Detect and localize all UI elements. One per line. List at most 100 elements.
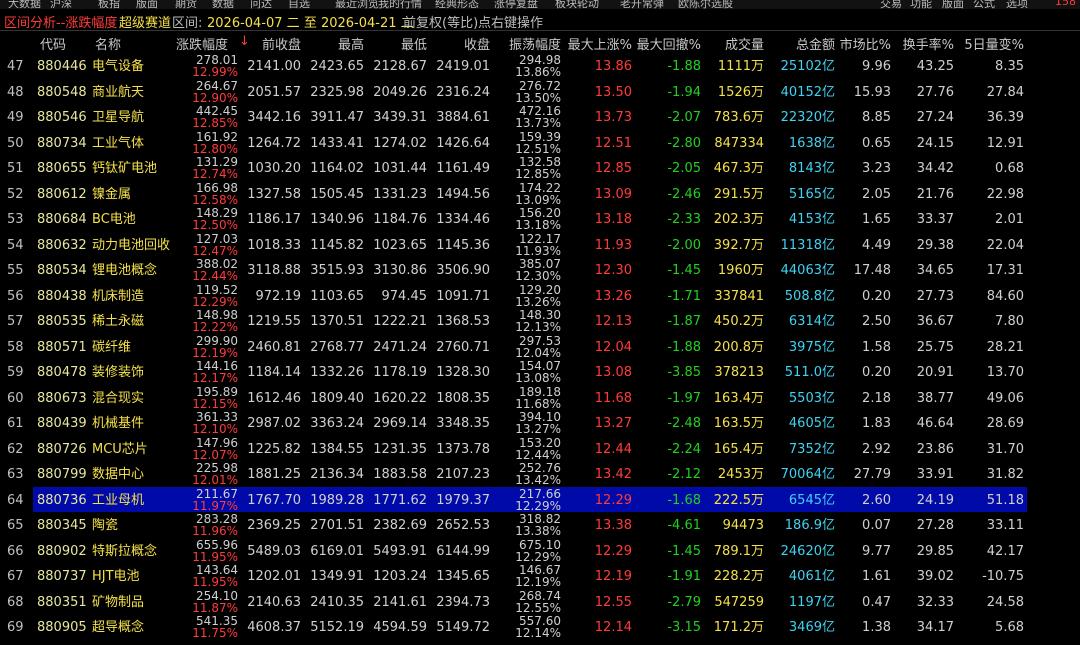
cell-name[interactable]: BC电池 <box>92 213 136 226</box>
menu-item-8[interactable]: 最近浏览 <box>335 0 379 9</box>
cell-code[interactable]: 880548 <box>37 86 87 99</box>
cell-code[interactable]: 880655 <box>37 162 87 175</box>
cell-code[interactable]: 880446 <box>37 60 87 73</box>
column-header-13[interactable]: 换手率% <box>903 34 954 53</box>
column-header-10[interactable]: 成交量 <box>725 34 764 53</box>
column-header-1[interactable]: 名称 <box>95 34 121 53</box>
menu-item-9[interactable]: 我的行情 <box>378 0 422 9</box>
cell-name[interactable]: 装修装饰 <box>92 366 144 379</box>
sort-desc-icon[interactable]: ↓ <box>239 34 250 49</box>
column-header-7[interactable]: 振荡幅度 <box>509 34 561 53</box>
menu-item-4[interactable]: 期货 <box>175 0 197 9</box>
cell-name[interactable]: 电气设备 <box>92 60 144 73</box>
menu-item-12[interactable]: 板块轮动 <box>555 0 599 9</box>
table-row[interactable]: 61 880439 机械基件 361.33 12.10% 2987.02 3363.24 29… <box>0 410 1080 436</box>
table-row[interactable]: 47 880446 电气设备 278.01 12.99% 2141.00 2423.65 21… <box>0 53 1080 79</box>
cell-code[interactable]: 880478 <box>37 366 87 379</box>
cell-code[interactable]: 880726 <box>37 443 87 456</box>
cell-name[interactable]: 矿物制品 <box>92 596 144 609</box>
cell-code[interactable]: 880737 <box>37 570 87 583</box>
menu-item-0[interactable]: 大数据 <box>8 0 41 9</box>
menu-right-item-0[interactable]: 交易 <box>880 0 902 9</box>
cell-code[interactable]: 880571 <box>37 341 87 354</box>
cell-name[interactable]: 钙钛矿电池 <box>92 162 157 175</box>
cell-code[interactable]: 880673 <box>37 392 87 405</box>
cell-name[interactable]: 动力电池回收 <box>92 239 170 252</box>
table-row[interactable]: 55 880534 锂电池概念 388.02 12.44% 3118.88 3515.93 3… <box>0 257 1080 283</box>
cell-name[interactable]: 稀土永磁 <box>92 315 144 328</box>
column-header-11[interactable]: 总金额 <box>796 34 835 53</box>
cell-code[interactable]: 880534 <box>37 264 87 277</box>
table-row[interactable]: 65 880345 陶瓷 283.28 11.96% 2369.25 2701.51 2382… <box>0 512 1080 538</box>
menu-item-14[interactable]: 欧陈尔选股 <box>678 0 733 9</box>
table-row[interactable]: 58 880571 碳纤维 299.90 12.19% 2460.81 2768.77 247… <box>0 334 1080 360</box>
menu-item-6[interactable]: 问达 <box>250 0 272 9</box>
column-header-2[interactable]: 涨跌幅度 <box>176 34 228 53</box>
cell-name[interactable]: 机床制造 <box>92 290 144 303</box>
table-row[interactable]: 56 880438 机床制造 119.52 12.29% 972.19 1103.65 974… <box>0 283 1080 309</box>
table-row[interactable]: 50 880734 工业气体 161.92 12.80% 1264.72 1433.41 12… <box>0 130 1080 156</box>
column-header-8[interactable]: 最大上涨% <box>568 34 632 53</box>
menu-right-item-1[interactable]: 功能 <box>910 0 932 9</box>
table-row[interactable]: 52 880612 镍金属 166.98 12.58% 1327.58 1505.45 133… <box>0 181 1080 207</box>
cell-code[interactable]: 880632 <box>37 239 87 252</box>
menu-right-item-2[interactable]: 版面 <box>942 0 964 9</box>
table-row[interactable]: 59 880478 装修装饰 144.16 12.17% 1184.14 1332.26 11… <box>0 359 1080 385</box>
column-header-6[interactable]: 收盘 <box>464 34 490 53</box>
channel-label[interactable]: 超级赛道 <box>119 12 171 31</box>
column-header-3[interactable]: 前收盘 <box>262 34 301 53</box>
menu-item-13[interactable]: 老开常弹 <box>620 0 664 9</box>
cell-name[interactable]: MCU芯片 <box>92 443 148 456</box>
table-row[interactable]: 69 880905 超导概念 541.35 11.75% 4608.37 5152.19 45… <box>0 614 1080 640</box>
table-row[interactable]: 66 880902 特斯拉概念 655.96 11.95% 5489.03 6169.01 5… <box>0 538 1080 564</box>
cell-name[interactable]: 锂电池概念 <box>92 264 157 277</box>
table-row[interactable]: 53 880684 BC电池 148.29 12.50% 1186.17 1340.96 11… <box>0 206 1080 232</box>
table-row[interactable]: 64 880736 工业母机 211.67 11.97% 1767.70 1989.28 17… <box>0 486 1080 513</box>
table-row[interactable]: 51 880655 钙钛矿电池 131.29 12.74% 1030.20 1164.02 1… <box>0 155 1080 181</box>
cell-name[interactable]: 超导概念 <box>92 621 144 634</box>
table-row[interactable]: 62 880726 MCU芯片 147.96 12.07% 1225.82 1384.55 1… <box>0 436 1080 462</box>
adjust-mode[interactable]: 前复权(等比) <box>403 12 478 31</box>
cell-name[interactable]: 工业气体 <box>92 137 144 150</box>
cell-name[interactable]: 混合现实 <box>92 392 144 405</box>
column-header-9[interactable]: 最大回撤% <box>637 34 701 53</box>
table-row[interactable]: 63 880799 数据中心 225.98 12.01% 1881.25 2136.34 18… <box>0 461 1080 487</box>
menu-item-2[interactable]: 板指 <box>98 0 120 9</box>
table-row[interactable]: 68 880351 矿物制品 254.10 11.87% 2140.63 2410.35 21… <box>0 589 1080 615</box>
cell-code[interactable]: 880438 <box>37 290 87 303</box>
cell-name[interactable]: 机械基件 <box>92 417 144 430</box>
cell-name[interactable]: 碳纤维 <box>92 341 131 354</box>
cell-code[interactable]: 880736 <box>37 494 87 507</box>
menu-item-5[interactable]: 数据 <box>212 0 234 9</box>
cell-name[interactable]: HJT电池 <box>92 570 140 583</box>
table-row[interactable]: 60 880673 混合现实 195.89 12.15% 1612.46 1809.40 16… <box>0 385 1080 411</box>
table-row[interactable]: 67 880737 HJT电池 143.64 11.95% 1202.01 1349.91 1… <box>0 563 1080 589</box>
cell-code[interactable]: 880345 <box>37 519 87 532</box>
cell-code[interactable]: 880684 <box>37 213 87 226</box>
cell-name[interactable]: 工业母机 <box>92 494 144 507</box>
table-row[interactable]: 48 880548 商业航天 264.67 12.90% 2051.57 2325.98 20… <box>0 79 1080 105</box>
cell-name[interactable]: 特斯拉概念 <box>92 545 157 558</box>
menu-item-11[interactable]: 涨停复盘 <box>494 0 538 9</box>
cell-code[interactable]: 880905 <box>37 621 87 634</box>
column-header-14[interactable]: 5日量变% <box>964 34 1024 53</box>
range-value[interactable]: 2026-04-07 二 至 2026-04-21 二 <box>207 12 414 31</box>
cell-code[interactable]: 880546 <box>37 111 87 124</box>
column-header-0[interactable]: 代码 <box>40 34 66 53</box>
cell-code[interactable]: 880734 <box>37 137 87 150</box>
column-header-5[interactable]: 最低 <box>401 34 427 53</box>
menu-right-item-4[interactable]: 选项 <box>1006 0 1028 9</box>
cell-name[interactable]: 数据中心 <box>92 468 144 481</box>
menu-item-7[interactable]: 自选 <box>288 0 310 9</box>
cell-name[interactable]: 镍金属 <box>92 188 131 201</box>
table-row[interactable]: 57 880535 稀土永磁 148.98 12.22% 1219.55 1370.51 12… <box>0 308 1080 334</box>
column-header-4[interactable]: 最高 <box>338 34 364 53</box>
menu-right-item-3[interactable]: 公式 <box>973 0 995 9</box>
table-row[interactable]: 49 880546 卫星导航 442.45 12.85% 3442.16 3911.47 34… <box>0 104 1080 130</box>
cell-code[interactable]: 880612 <box>37 188 87 201</box>
cell-code[interactable]: 880351 <box>37 596 87 609</box>
cell-name[interactable]: 陶瓷 <box>92 519 118 532</box>
table-row[interactable]: 54 880632 动力电池回收 127.03 12.47% 1018.33 1145.82… <box>0 232 1080 258</box>
menu-item-1[interactable]: 沪深 <box>50 0 72 9</box>
cell-code[interactable]: 880799 <box>37 468 87 481</box>
